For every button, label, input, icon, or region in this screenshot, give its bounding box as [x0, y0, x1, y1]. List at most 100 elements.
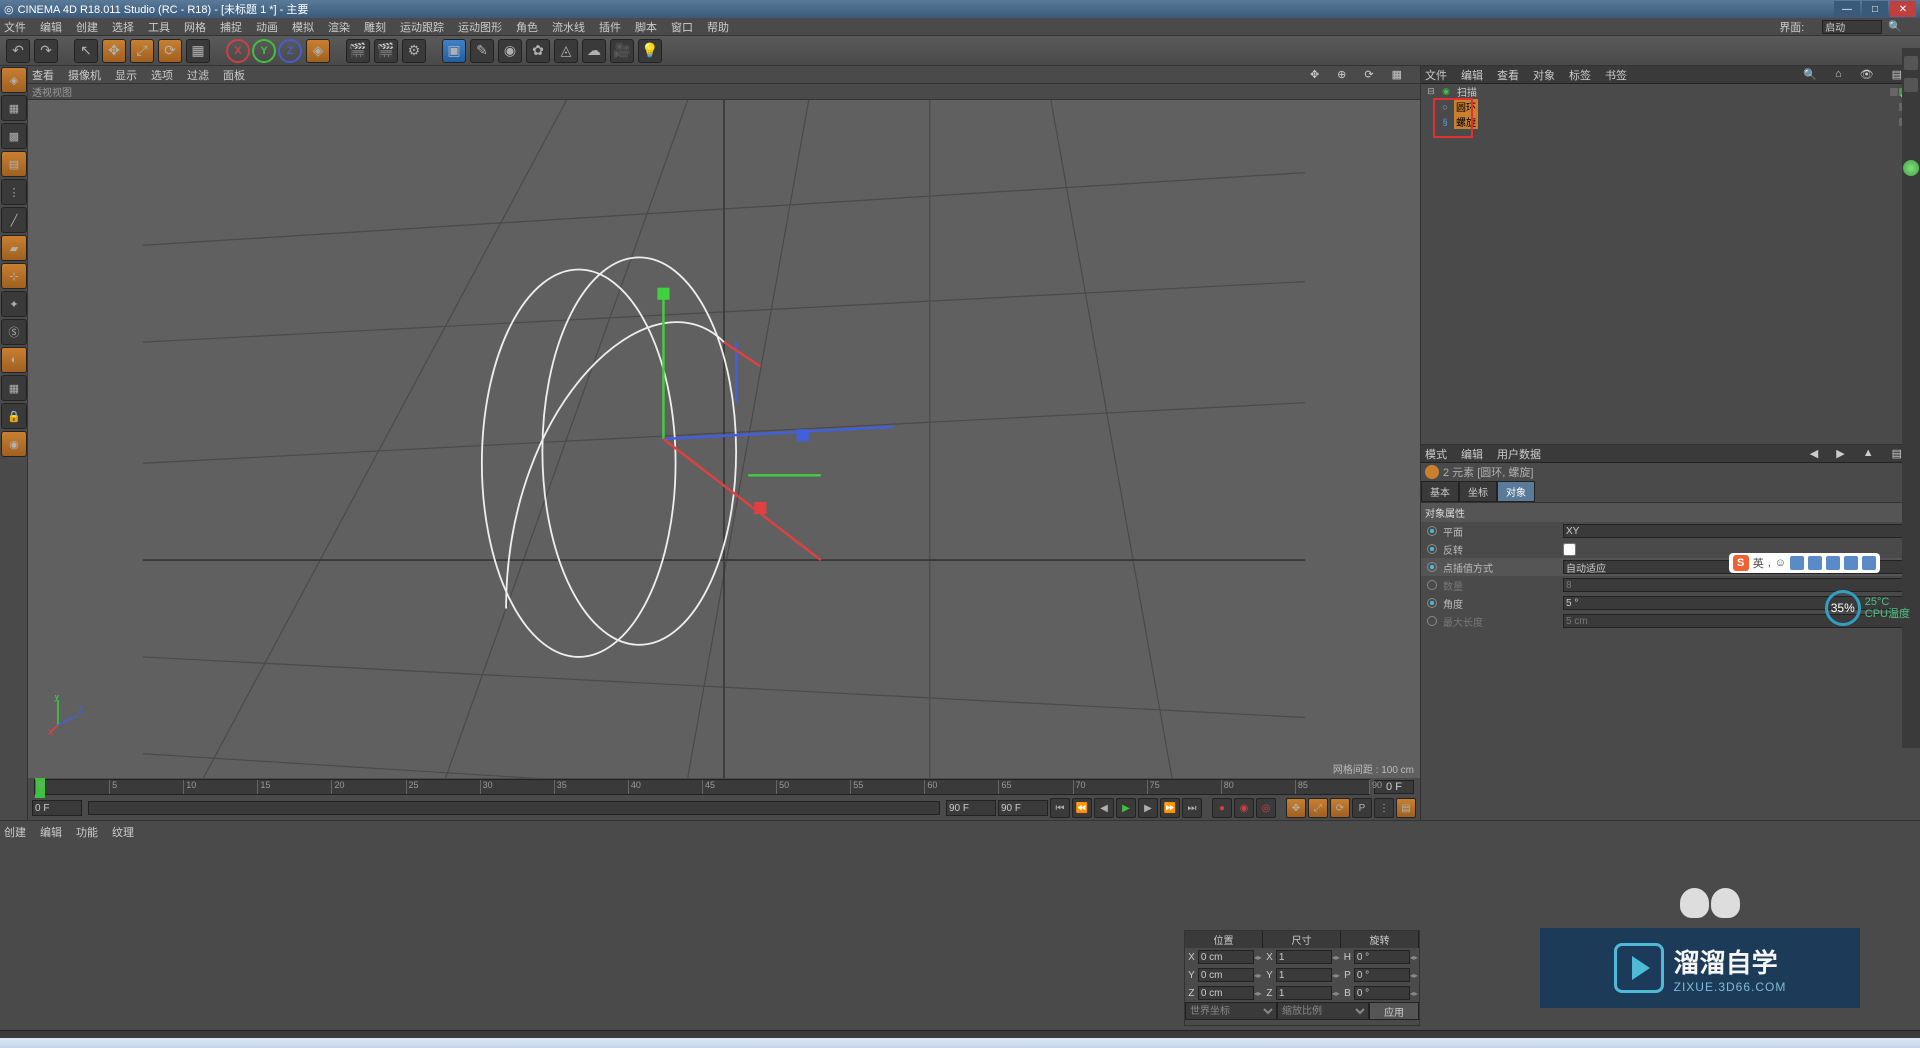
transport-slider[interactable]	[88, 801, 940, 815]
prev-frame-button[interactable]: ◀	[1094, 798, 1114, 818]
dock-icon[interactable]	[1904, 56, 1918, 70]
select-tool[interactable]: ↖	[74, 39, 98, 63]
tree-row-helix[interactable]: § 螺旋 ✓	[1421, 114, 1920, 129]
prev-key-button[interactable]: ⏪	[1072, 798, 1092, 818]
menu-mograph[interactable]: 运动图形	[458, 19, 502, 35]
ime-menu-icon[interactable]	[1862, 556, 1876, 570]
environment-button[interactable]: ☁	[582, 39, 606, 63]
goto-start-button[interactable]: ⏮	[1050, 798, 1070, 818]
om-home-icon[interactable]: ⌂	[1835, 68, 1842, 81]
om-eye-icon[interactable]: 👁	[1860, 68, 1874, 81]
render-pv-button[interactable]: 🎬	[374, 39, 398, 63]
dock-icon[interactable]	[1904, 78, 1918, 92]
timeline[interactable]: 051015202530354045505560657075808590 0 F	[28, 778, 1420, 796]
ime-toolbar[interactable]: S 英 , ☺	[1729, 553, 1880, 573]
axis-x-lock[interactable]: X	[226, 39, 250, 63]
vp-menu-panel[interactable]: 面板	[223, 67, 245, 83]
coord-size-field[interactable]	[1276, 986, 1332, 1000]
goto-end-button[interactable]: ⏭	[1182, 798, 1202, 818]
model-mode-button[interactable]: ▦	[1, 95, 27, 121]
coord-rot-field[interactable]	[1354, 950, 1410, 964]
ime-tool-icon[interactable]	[1844, 556, 1858, 570]
mm-menu-texture[interactable]: 纹理	[112, 824, 134, 840]
om-menu-file[interactable]: 文件	[1425, 67, 1447, 83]
om-menu-edit[interactable]: 编辑	[1461, 67, 1483, 83]
keyframe-sel-button[interactable]: ◎	[1256, 798, 1276, 818]
ime-punct-icon[interactable]: ,	[1768, 557, 1771, 569]
ime-skin-icon[interactable]	[1826, 556, 1840, 570]
vp-menu-options[interactable]: 选项	[151, 67, 173, 83]
coord-size-field[interactable]	[1276, 950, 1332, 964]
ime-keyboard-icon[interactable]	[1790, 556, 1804, 570]
coord-scale-select[interactable]: 缩放比例	[1277, 1002, 1369, 1020]
am-back-icon[interactable]: ◀	[1810, 447, 1818, 460]
viewport-solo-button[interactable]: ▦	[1, 375, 27, 401]
generator2-button[interactable]: ✿	[526, 39, 550, 63]
ime-lang[interactable]: 英	[1753, 555, 1764, 571]
menu-snap[interactable]: 捕捉	[220, 19, 242, 35]
spline-button[interactable]: ✎	[470, 39, 494, 63]
coord-system-tool[interactable]: ◈	[306, 39, 330, 63]
mm-menu-edit[interactable]: 编辑	[40, 824, 62, 840]
pla-key-button[interactable]: ⋮	[1374, 798, 1394, 818]
menu-plugins[interactable]: 插件	[599, 19, 621, 35]
expand-icon[interactable]: ⊟	[1425, 86, 1437, 98]
om-search-icon[interactable]: 🔍	[1803, 68, 1817, 81]
om-layout-icon[interactable]: ▤	[1892, 68, 1902, 81]
render-settings-button[interactable]: ⚙	[402, 39, 426, 63]
menu-motiontrack[interactable]: 运动跟踪	[400, 19, 444, 35]
os-taskbar[interactable]	[0, 1038, 1920, 1048]
vp-nav-icon[interactable]: ✥	[1310, 68, 1319, 81]
make-editable-button[interactable]: ◈	[1, 67, 27, 93]
polygon-mode-button[interactable]: ▰	[1, 235, 27, 261]
menu-simulate[interactable]: 模拟	[292, 19, 314, 35]
angle-radio[interactable]	[1427, 598, 1437, 608]
vp-menu-view[interactable]: 查看	[32, 67, 54, 83]
rotate-tool[interactable]: ⟳	[158, 39, 182, 63]
soft-sel-button[interactable]: ◐	[1, 347, 27, 373]
interp-radio[interactable]	[1427, 562, 1437, 572]
primitive-button[interactable]: ▣	[442, 39, 466, 63]
sogou-logo-icon[interactable]: S	[1733, 555, 1749, 571]
vp-rotate-icon[interactable]: ⟳	[1364, 68, 1373, 81]
om-menu-objects[interactable]: 对象	[1533, 67, 1555, 83]
coord-pos-field[interactable]	[1198, 968, 1254, 982]
mm-menu-create[interactable]: 创建	[4, 824, 26, 840]
render-view-button[interactable]: 🎬	[346, 39, 370, 63]
undo-button[interactable]: ↶	[6, 39, 30, 63]
redo-button[interactable]: ↷	[34, 39, 58, 63]
deformer-button[interactable]: ◬	[554, 39, 578, 63]
workplane-button[interactable]: ▤	[1, 151, 27, 177]
menu-sculpt[interactable]: 雕刻	[364, 19, 386, 35]
autokey-button[interactable]: ◉	[1234, 798, 1254, 818]
plane-radio[interactable]	[1427, 526, 1437, 536]
ime-grid-icon[interactable]	[1808, 556, 1822, 570]
timeline-ruler[interactable]: 051015202530354045505560657075808590	[34, 779, 1370, 795]
key-options-button[interactable]: ▤	[1396, 798, 1416, 818]
vp-menu-camera[interactable]: 摄像机	[68, 67, 101, 83]
close-button[interactable]: ✕	[1890, 1, 1916, 17]
maximize-button[interactable]: □	[1862, 1, 1888, 17]
scale-key-button[interactable]: ⤢	[1308, 798, 1328, 818]
texture-mode-button[interactable]: ▩	[1, 123, 27, 149]
tree-row-sweep[interactable]: ⊟ ◉ 扫描 ✓✓	[1421, 84, 1920, 99]
am-menu-edit[interactable]: 编辑	[1461, 446, 1483, 462]
tree-label[interactable]: 扫描	[1455, 84, 1479, 99]
om-menu-view[interactable]: 查看	[1497, 67, 1519, 83]
layout-dropdown[interactable]	[1822, 20, 1882, 34]
menu-render[interactable]: 渲染	[328, 19, 350, 35]
am-menu-userdata[interactable]: 用户数据	[1497, 446, 1541, 462]
vp-zoom-icon[interactable]: ⊕	[1337, 68, 1346, 81]
coord-apply-button[interactable]: 应用	[1369, 1002, 1419, 1020]
coord-pos-field[interactable]	[1198, 986, 1254, 1000]
am-menu-mode[interactable]: 模式	[1425, 446, 1447, 462]
play-button[interactable]: ▶	[1116, 798, 1136, 818]
temperature-widget[interactable]: 35% 25°C CPU温度	[1825, 590, 1910, 626]
tree-row-circle[interactable]: ○ 圆环 ✓	[1421, 99, 1920, 114]
axis-z-lock[interactable]: Z	[278, 39, 302, 63]
lock-button[interactable]: 🔒	[1, 403, 27, 429]
search-icon[interactable]: 🔍	[1888, 20, 1902, 33]
dock-status-icon[interactable]	[1903, 160, 1919, 176]
menu-create[interactable]: 创建	[76, 19, 98, 35]
snap-toggle-button[interactable]: Ⓢ	[1, 319, 27, 345]
